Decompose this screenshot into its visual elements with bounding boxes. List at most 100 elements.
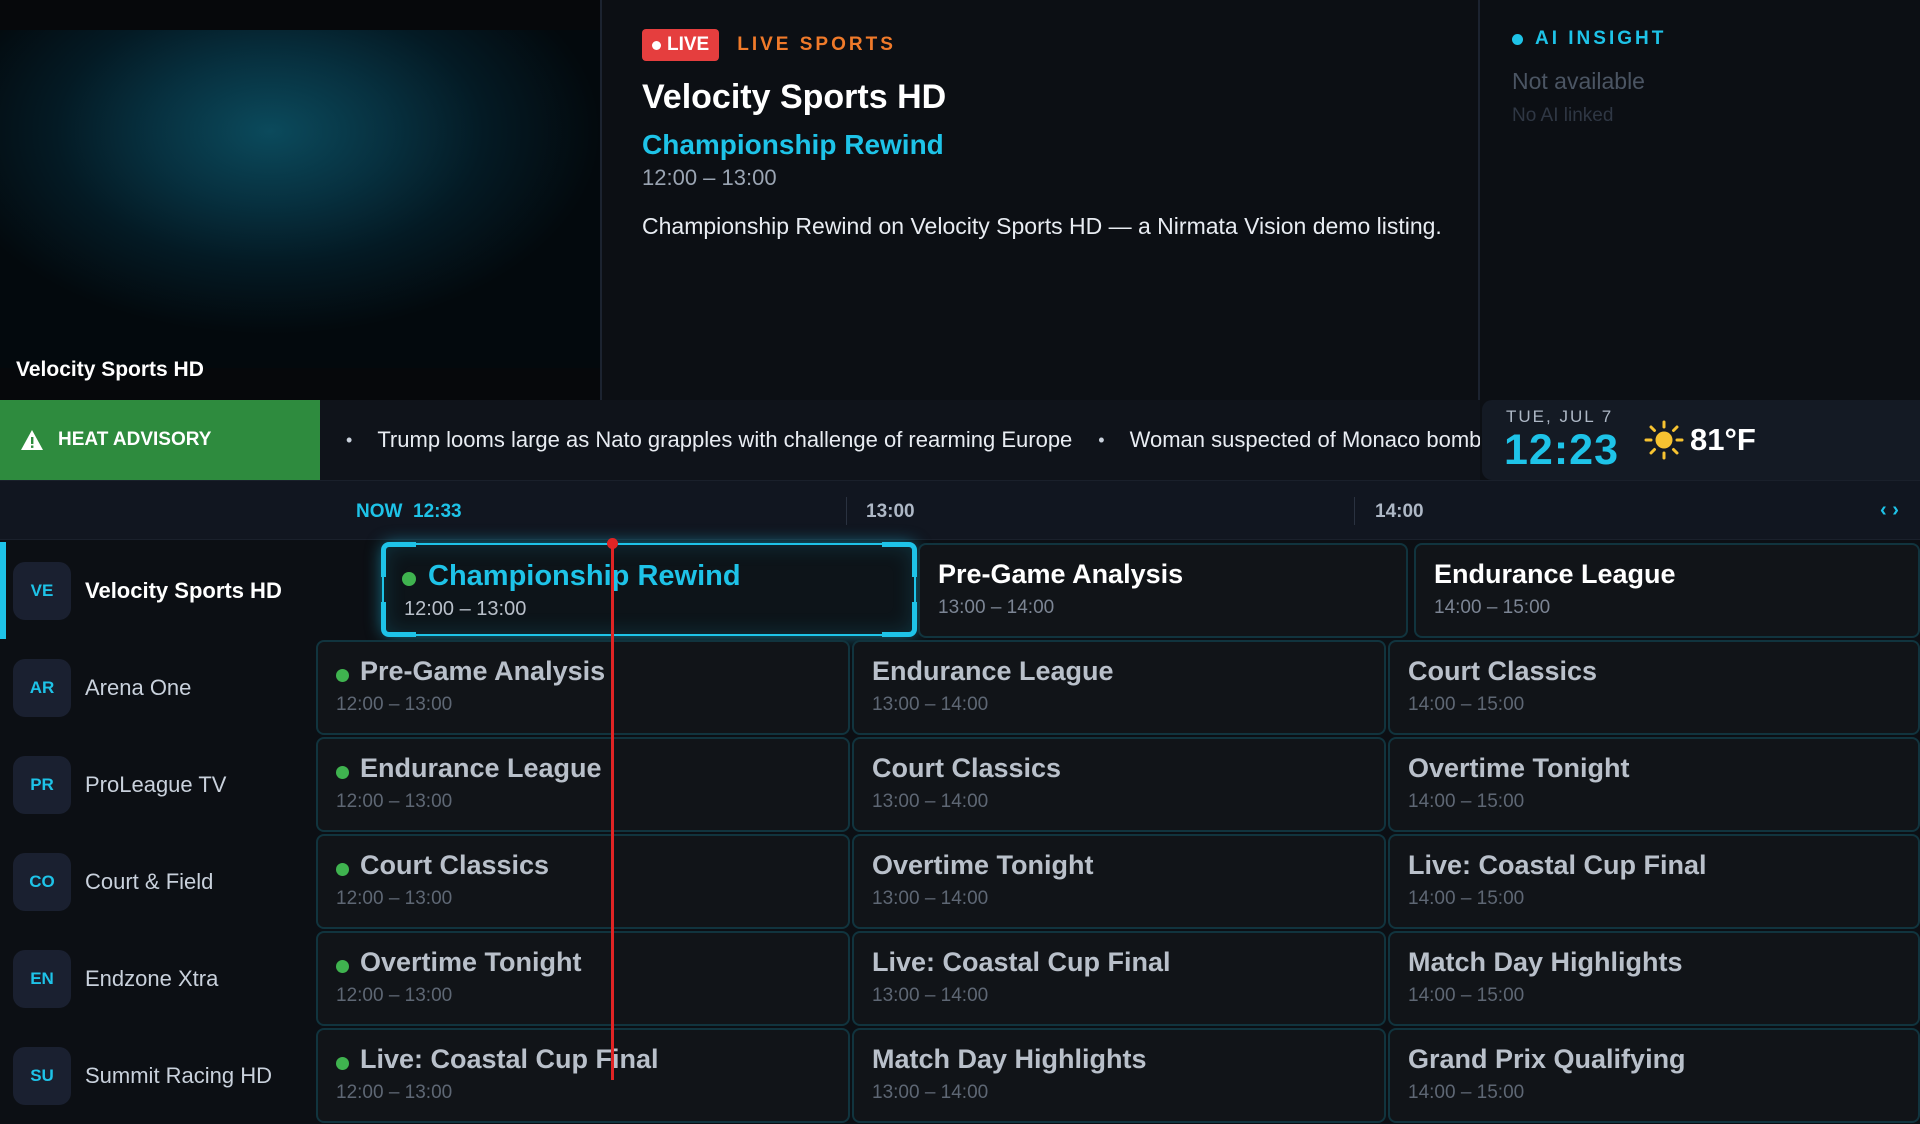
program-title: Endurance League [1434, 559, 1676, 589]
video-frame [0, 30, 600, 368]
time-tick [846, 497, 847, 525]
on-now-dot-icon [402, 572, 416, 586]
clock-time: 12:23 [1504, 426, 1619, 474]
program-time: 14:00 – 15:00 [1408, 985, 1525, 1006]
program-cell-focused[interactable]: Championship Rewind 12:00 – 13:00 [381, 542, 917, 637]
program-time: 12:00 – 13:00 [336, 694, 453, 715]
channel-row-header[interactable]: PR ProLeague TV [0, 736, 310, 833]
ai-insight-sub: No AI linked [1512, 105, 1614, 126]
ticker-separator-icon: • [1098, 429, 1105, 450]
program-cell[interactable]: Live: Coastal Cup Final 14:00 – 15:00 [1388, 834, 1920, 929]
program-time: 13:00 – 14:00 [872, 694, 989, 715]
timeline-nav-arrows-icon[interactable]: ‹ › [1880, 499, 1899, 522]
ticker-item: Trump looms large as Nato grapples with … [377, 427, 1073, 452]
on-now-dot-icon [336, 863, 349, 876]
time-mark: 13:00 [866, 501, 915, 522]
program-time: 13:00 – 14:00 [872, 888, 989, 909]
channel-row-header[interactable]: EN Endzone Xtra [0, 930, 310, 1027]
on-now-dot-icon [336, 960, 349, 973]
program-time: 14:00 – 15:00 [1408, 791, 1525, 812]
ticker-item: Woman suspected of Monaco bomb [1129, 427, 1480, 452]
program-cell[interactable]: Match Day Highlights 14:00 – 15:00 [1388, 931, 1920, 1026]
program-title: Court Classics [1408, 656, 1598, 686]
info-program-time: 12:00 – 13:00 [642, 165, 777, 190]
channel-name: ProLeague TV [85, 771, 227, 797]
now-indicator-label: NOW 12:33 [356, 501, 462, 523]
program-cell[interactable]: Live: Coastal Cup Final 13:00 – 14:00 [852, 931, 1386, 1026]
channel-name: Court & Field [85, 868, 214, 894]
news-ticker: • Trump looms large as Nato grapples wit… [320, 400, 1480, 480]
date-label: TUE, JUL 7 [1506, 407, 1614, 426]
heat-advisory-alert[interactable]: HEAT ADVISORY [0, 400, 320, 480]
focus-bracket [882, 542, 917, 577]
now-label: NOW [356, 501, 403, 522]
program-time: 12:00 – 13:00 [336, 985, 453, 1006]
program-time: 13:00 – 14:00 [938, 597, 1055, 618]
ai-insight-title: AI INSIGHT [1535, 28, 1667, 49]
channel-name: Endzone Xtra [85, 965, 219, 991]
ai-insight-panel: AI INSIGHT Not available No AI linked [1512, 28, 1892, 127]
on-now-dot-icon [336, 766, 349, 779]
program-title: Pre-Game Analysis [938, 559, 1184, 589]
program-cell[interactable]: Overtime Tonight 13:00 – 14:00 [852, 834, 1386, 929]
program-cell[interactable]: Endurance League 12:00 – 13:00 [316, 737, 850, 832]
program-cell[interactable]: Match Day Highlights 13:00 – 14:00 [852, 1028, 1386, 1123]
video-preview[interactable]: Velocity Sports HD [0, 0, 600, 400]
program-time: 12:00 – 13:00 [336, 888, 453, 909]
timeline-header: NOW 12:33 13:00 14:00 ‹ › [0, 480, 1920, 540]
program-time: 13:00 – 14:00 [872, 791, 989, 812]
program-info-panel: LIVE LIVE SPORTS Velocity Sports HD Cham… [642, 26, 1442, 243]
program-cell[interactable]: Pre-Game Analysis 12:00 – 13:00 [316, 640, 850, 735]
alert-label: HEAT ADVISORY [58, 429, 212, 450]
temperature: 81°F [1690, 422, 1756, 457]
program-cell[interactable]: Live: Coastal Cup Final 12:00 – 13:00 [316, 1028, 850, 1123]
program-time: 12:00 – 13:00 [404, 598, 527, 620]
program-cell[interactable]: Endurance League 14:00 – 15:00 [1414, 543, 1920, 638]
sun-icon [1644, 420, 1684, 460]
program-cell[interactable]: Court Classics 13:00 – 14:00 [852, 737, 1386, 832]
program-cell[interactable]: Court Classics 12:00 – 13:00 [316, 834, 850, 929]
program-time: 14:00 – 15:00 [1408, 888, 1525, 909]
program-cell[interactable]: Court Classics 14:00 – 15:00 [1388, 640, 1920, 735]
channel-row-header[interactable]: CO Court & Field [0, 833, 310, 930]
program-cell[interactable]: Overtime Tonight 14:00 – 15:00 [1388, 737, 1920, 832]
channel-row-header[interactable]: VE Velocity Sports HD [0, 542, 310, 639]
info-program-title: Championship Rewind [642, 129, 944, 160]
channel-row-header[interactable]: AR Arena One [0, 639, 310, 736]
channel-logo: AR [13, 658, 71, 717]
program-cell[interactable]: Pre-Game Analysis 13:00 – 14:00 [918, 543, 1408, 638]
preview-channel-caption: Velocity Sports HD [16, 358, 204, 381]
warning-icon [21, 430, 43, 450]
program-cell[interactable]: Endurance League 13:00 – 14:00 [852, 640, 1386, 735]
clock-weather-widget: TUE, JUL 7 12:23 81°F [1482, 400, 1920, 480]
now-line [611, 542, 614, 1080]
divider [600, 0, 602, 400]
program-title: Court Classics [872, 753, 1062, 783]
program-cell[interactable]: Overtime Tonight 12:00 – 13:00 [316, 931, 850, 1026]
category-label: LIVE SPORTS [737, 34, 896, 55]
time-tick [1354, 497, 1355, 525]
channel-logo: PR [13, 755, 71, 814]
program-time: 12:00 – 13:00 [336, 1082, 453, 1103]
channel-row-header[interactable]: SU Summit Racing HD [0, 1027, 310, 1124]
info-program-description: Championship Rewind on Velocity Sports H… [642, 213, 1442, 239]
program-time: 12:00 – 13:00 [336, 791, 453, 812]
program-title: Endurance League [360, 753, 602, 783]
ai-insight-status: Not available [1512, 68, 1645, 94]
live-dot-icon [652, 40, 661, 50]
focus-bracket [882, 602, 917, 637]
live-badge-label: LIVE [667, 34, 710, 55]
program-title: Match Day Highlights [872, 1044, 1147, 1074]
program-time: 14:00 – 15:00 [1408, 1082, 1525, 1103]
channel-logo: VE [13, 561, 71, 620]
program-title: Live: Coastal Cup Final [872, 947, 1171, 977]
program-time: 13:00 – 14:00 [872, 1082, 989, 1103]
channel-logo: SU [13, 1046, 71, 1105]
channel-name: Arena One [85, 674, 192, 700]
program-cell[interactable]: Grand Prix Qualifying 14:00 – 15:00 [1388, 1028, 1920, 1123]
program-time: 14:00 – 15:00 [1434, 597, 1551, 618]
program-title: Match Day Highlights [1408, 947, 1683, 977]
program-title: Overtime Tonight [1408, 753, 1630, 783]
program-title: Court Classics [360, 850, 550, 880]
on-now-dot-icon [336, 1057, 349, 1070]
